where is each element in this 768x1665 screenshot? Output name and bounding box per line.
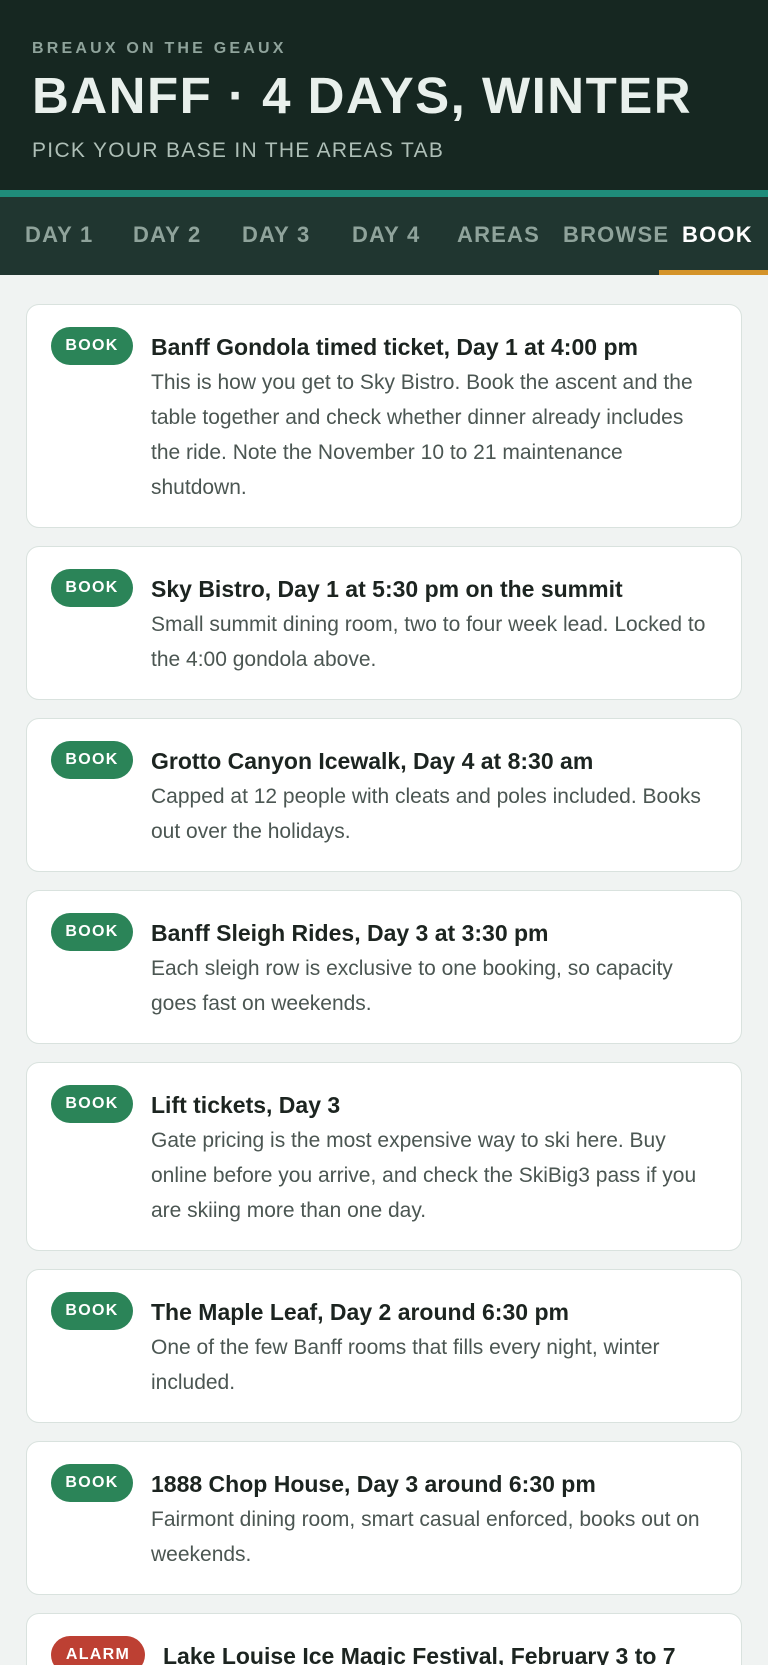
app-header: BREAUX ON THE GEAUX BANFF · 4 DAYS, WINT… bbox=[0, 0, 768, 190]
list-item[interactable]: BOOK The Maple Leaf, Day 2 around 6:30 p… bbox=[26, 1269, 742, 1423]
accent-divider bbox=[0, 190, 768, 197]
list-item[interactable]: BOOK Banff Gondola timed ticket, Day 1 a… bbox=[26, 304, 742, 528]
book-badge: BOOK bbox=[51, 1085, 133, 1123]
book-badge: BOOK bbox=[51, 1292, 133, 1330]
alarm-badge: ALARM bbox=[51, 1636, 145, 1665]
item-description: Capped at 12 people with cleats and pole… bbox=[151, 785, 701, 843]
booking-list: BOOK Banff Gondola timed ticket, Day 1 a… bbox=[0, 275, 768, 1665]
list-item[interactable]: BOOK Grotto Canyon Icewalk, Day 4 at 8:3… bbox=[26, 718, 742, 872]
item-description: Small summit dining room, two to four we… bbox=[151, 613, 706, 671]
item-title: Banff Sleigh Rides, Day 3 at 3:30 pm bbox=[151, 920, 549, 946]
list-item[interactable]: BOOK Sky Bistro, Day 1 at 5:30 pm on the… bbox=[26, 546, 742, 700]
tab-day-3[interactable]: DAY 3 bbox=[242, 197, 310, 275]
item-description: Fairmont dining room, smart casual enfor… bbox=[151, 1508, 700, 1566]
tab-book[interactable]: BOOK bbox=[682, 197, 753, 275]
list-item[interactable]: BOOK Lift tickets, Day 3 Gate pricing is… bbox=[26, 1062, 742, 1251]
item-title: Banff Gondola timed ticket, Day 1 at 4:0… bbox=[151, 334, 638, 360]
book-badge: BOOK bbox=[51, 327, 133, 365]
item-title: Lake Louise Ice Magic Festival, February… bbox=[163, 1643, 676, 1665]
list-item[interactable]: ALARM Lake Louise Ice Magic Festival, Fe… bbox=[26, 1613, 742, 1665]
item-title: Sky Bistro, Day 1 at 5:30 pm on the summ… bbox=[151, 576, 623, 602]
tab-browse[interactable]: BROWSE bbox=[563, 197, 669, 275]
item-title: 1888 Chop House, Day 3 around 6:30 pm bbox=[151, 1471, 596, 1497]
item-title: Lift tickets, Day 3 bbox=[151, 1092, 341, 1118]
item-title: Grotto Canyon Icewalk, Day 4 at 8:30 am bbox=[151, 748, 594, 774]
book-badge: BOOK bbox=[51, 741, 133, 779]
list-item[interactable]: BOOK Banff Sleigh Rides, Day 3 at 3:30 p… bbox=[26, 890, 742, 1044]
item-description: One of the few Banff rooms that fills ev… bbox=[151, 1336, 660, 1394]
tab-day-2[interactable]: DAY 2 bbox=[133, 197, 201, 275]
tab-day-1[interactable]: DAY 1 bbox=[25, 197, 93, 275]
active-tab-indicator bbox=[659, 270, 768, 275]
brand-name: BREAUX ON THE GEAUX bbox=[32, 40, 287, 57]
tab-areas[interactable]: AREAS bbox=[457, 197, 540, 275]
page-subtitle: PICK YOUR BASE IN THE AREAS TAB bbox=[32, 139, 445, 162]
book-badge: BOOK bbox=[51, 1464, 133, 1502]
page-title: BANFF · 4 DAYS, WINTER bbox=[32, 67, 693, 124]
item-description: Each sleigh row is exclusive to one book… bbox=[151, 957, 673, 1015]
tab-day-4[interactable]: DAY 4 bbox=[352, 197, 420, 275]
list-item[interactable]: BOOK 1888 Chop House, Day 3 around 6:30 … bbox=[26, 1441, 742, 1595]
book-badge: BOOK bbox=[51, 913, 133, 951]
item-description: Gate pricing is the most expensive way t… bbox=[151, 1129, 697, 1222]
tab-bar: DAY 1 DAY 2 DAY 3 DAY 4 AREAS BROWSE BOO… bbox=[0, 197, 768, 275]
book-badge: BOOK bbox=[51, 569, 133, 607]
item-description: This is how you get to Sky Bistro. Book … bbox=[151, 371, 693, 499]
item-title: The Maple Leaf, Day 2 around 6:30 pm bbox=[151, 1299, 569, 1325]
